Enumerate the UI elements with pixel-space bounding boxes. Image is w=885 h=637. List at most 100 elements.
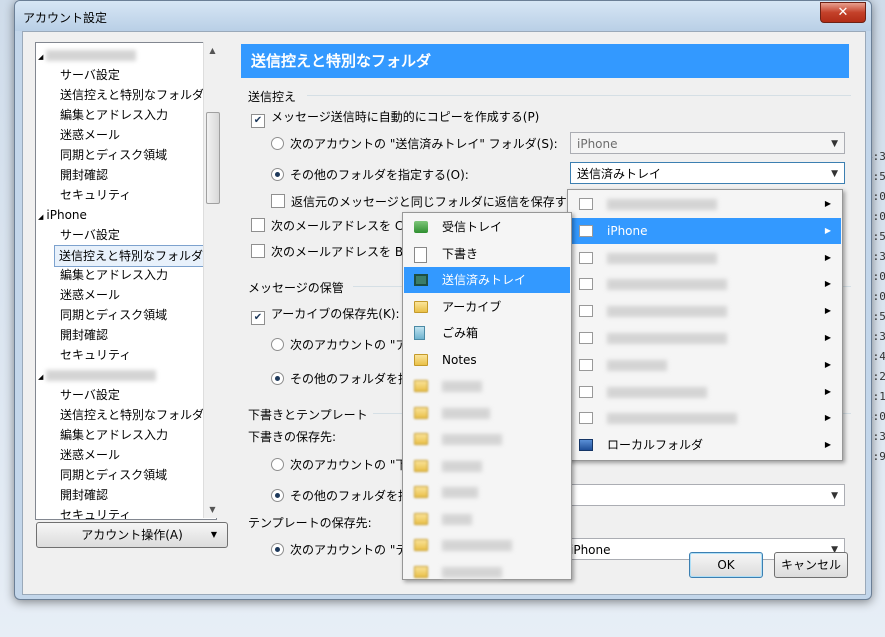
sent-other-folder-label: その他のフォルダを指定する(O):	[290, 168, 469, 182]
templates-dest-label: テンプレートの保存先:	[248, 516, 372, 530]
folder-menu-item[interactable]	[404, 506, 570, 532]
tree-item[interactable]: 同期とディスク領域	[60, 465, 167, 485]
tree-expanded-icon[interactable]: ◢	[38, 53, 43, 61]
bcc-checkbox[interactable]: 次のメールアドレスを Bcc	[251, 244, 416, 260]
scroll-up-icon[interactable]: ▲	[204, 42, 221, 59]
tree-item[interactable]: 編集とアドレス入力	[60, 105, 168, 125]
folder-menu-label: Notes	[442, 352, 477, 367]
folder-menu-item[interactable]: 受信トレイ	[404, 214, 570, 240]
sent-folder-select[interactable]: 送信済みトレイ ▼	[570, 162, 845, 184]
radio-icon	[271, 137, 284, 150]
reply-same-folder-checkbox[interactable]: 返信元のメッセージと同じフォルダに返信を保存する	[271, 194, 579, 210]
scroll-thumb[interactable]	[206, 112, 220, 204]
cancel-button[interactable]: キャンセル	[774, 552, 848, 578]
tree-item[interactable]: サーバ設定	[60, 65, 120, 85]
folder-menu-item[interactable]: アーカイブ	[404, 294, 570, 320]
folder-menu-item[interactable]: ごみ箱	[404, 320, 570, 346]
account-operations-button[interactable]: アカウント操作(A) ▼	[36, 522, 228, 548]
folder-menu-label: 下書き	[442, 246, 479, 261]
tree-item[interactable]: 送信控えと特別なフォルダ	[54, 245, 209, 267]
drafts-dest-label: 下書きの保存先:	[248, 430, 337, 444]
folder-menu-item[interactable]	[404, 400, 570, 426]
tree-account-0[interactable]: ◢	[38, 45, 137, 65]
sent-other-account-radio[interactable]: 次のアカウントの "送信済みトレイ" フォルダ(S):	[271, 136, 558, 152]
tree-item[interactable]: セキュリティ	[60, 185, 131, 205]
sent-account-select[interactable]: iPhone ▼	[570, 132, 845, 154]
tree-item[interactable]: セキュリティ	[60, 345, 131, 365]
redacted-text	[442, 407, 490, 419]
tree-item[interactable]: サーバ設定	[60, 385, 120, 405]
account-menu-item[interactable]: ▶	[569, 379, 841, 405]
archive-dest-checkbox[interactable]: ✔ アーカイブの保存先(K):	[251, 306, 400, 325]
account-menu-item[interactable]: ▶	[569, 271, 841, 297]
account-menu-item[interactable]: ▶	[569, 191, 841, 217]
tree-expanded-icon[interactable]: ◢	[38, 213, 43, 221]
account-menu: ▶ iPhone ▶ ▶ ▶ ▶ ▶ ▶ ▶ ▶ ローカルフォルダ ▶	[567, 189, 843, 461]
tree-item[interactable]: 送信控えと特別なフォルダ	[60, 85, 204, 105]
mail-account-icon	[579, 332, 593, 344]
radio-selected-icon	[271, 168, 284, 181]
close-button[interactable]: ✕	[820, 2, 866, 23]
tree-account-1[interactable]: ◢ iPhone	[38, 205, 87, 225]
tree-item[interactable]: 迷惑メール	[60, 125, 120, 145]
redacted-text	[442, 513, 472, 525]
account-menu-item[interactable]: iPhone ▶	[569, 217, 841, 244]
bcc-label: 次のメールアドレスを Bcc	[271, 245, 417, 259]
folder-icon	[414, 459, 428, 472]
ok-button[interactable]: OK	[689, 552, 763, 578]
folder-menu-item[interactable]	[404, 532, 570, 558]
account-menu-item[interactable]: ▶	[569, 298, 841, 324]
tree-account-2[interactable]: ◢	[38, 365, 157, 385]
sent-other-folder-radio[interactable]: その他のフォルダを指定する(O):	[271, 167, 469, 183]
account-menu-item[interactable]: ローカルフォルダ ▶	[569, 432, 841, 458]
tree-scrollbar[interactable]: ▲ ▼	[203, 42, 221, 518]
tree-item[interactable]: 開封確認	[60, 485, 108, 505]
tree-item[interactable]: 送信控えと特別なフォルダ	[60, 405, 204, 425]
tree-item[interactable]: 迷惑メール	[60, 445, 120, 465]
tree-item[interactable]: サーバ設定	[60, 225, 120, 245]
checkbox-checked-icon: ✔	[251, 114, 265, 128]
sent-folder-value: 送信済みトレイ	[577, 167, 662, 181]
cc-checkbox[interactable]: 次のメールアドレスを Cc	[251, 218, 410, 234]
folder-menu-item[interactable]: 下書き	[404, 241, 570, 267]
folder-icon	[414, 486, 428, 498]
account-menu-item[interactable]: ▶	[569, 405, 841, 431]
folder-menu-item[interactable]: Notes	[404, 347, 570, 373]
page-title: 送信控えと特別なフォルダ	[241, 44, 849, 78]
drafts-other-folder-radio[interactable]: その他のフォルダを指定	[271, 488, 422, 504]
folder-icon	[414, 565, 428, 578]
folder-menu-item[interactable]	[404, 453, 570, 479]
folder-menu-item[interactable]: 送信済みトレイ	[404, 267, 570, 293]
mail-account-icon	[579, 305, 593, 318]
folder-menu-item[interactable]	[404, 559, 570, 585]
tree-item[interactable]: 同期とディスク領域	[60, 145, 167, 165]
folder-menu-item[interactable]	[404, 426, 570, 452]
redacted-text	[607, 359, 667, 371]
templates-account-value: iPhone	[570, 543, 611, 557]
tree-expanded-icon[interactable]: ◢	[38, 373, 43, 381]
account-menu-item[interactable]: ▶	[569, 352, 841, 378]
scroll-down-icon[interactable]: ▼	[204, 501, 221, 518]
account-menu-item[interactable]: ▶	[569, 245, 841, 271]
folder-menu-item[interactable]	[404, 373, 570, 399]
submenu-arrow-icon: ▶	[824, 440, 831, 450]
tree-item[interactable]: 編集とアドレス入力	[60, 425, 168, 445]
drafts-folder-select[interactable]: ▼	[570, 484, 845, 506]
radio-icon	[271, 458, 284, 471]
drafts-templates-heading: 下書きとテンプレート	[248, 408, 368, 422]
tree-item[interactable]: 同期とディスク領域	[60, 305, 167, 325]
folder-menu-item[interactable]	[404, 479, 570, 505]
submenu-arrow-icon: ▶	[824, 386, 831, 396]
folder-menu-label: 送信済みトレイ	[442, 273, 527, 287]
tree-item[interactable]: 迷惑メール	[60, 285, 120, 305]
folder-icon	[414, 380, 428, 392]
account-tree[interactable]: ◢ サーバ設定 送信控えと特別なフォルダ 編集とアドレス入力 迷惑メール 同期とディスク領…	[35, 42, 217, 520]
account-menu-item[interactable]: ▶	[569, 325, 841, 351]
auto-copy-checkbox[interactable]: ✔ メッセージ送信時に自動的にコピーを作成する(P)	[251, 109, 539, 128]
archive-other-folder-radio[interactable]: その他のフォルダを指定	[271, 371, 422, 387]
tree-item[interactable]: セキュリティ	[60, 505, 131, 519]
tree-item[interactable]: 開封確認	[60, 165, 108, 185]
tree-item[interactable]: 編集とアドレス入力	[60, 265, 168, 285]
tree-item[interactable]: 開封確認	[60, 325, 108, 345]
mail-account-icon	[579, 278, 593, 291]
